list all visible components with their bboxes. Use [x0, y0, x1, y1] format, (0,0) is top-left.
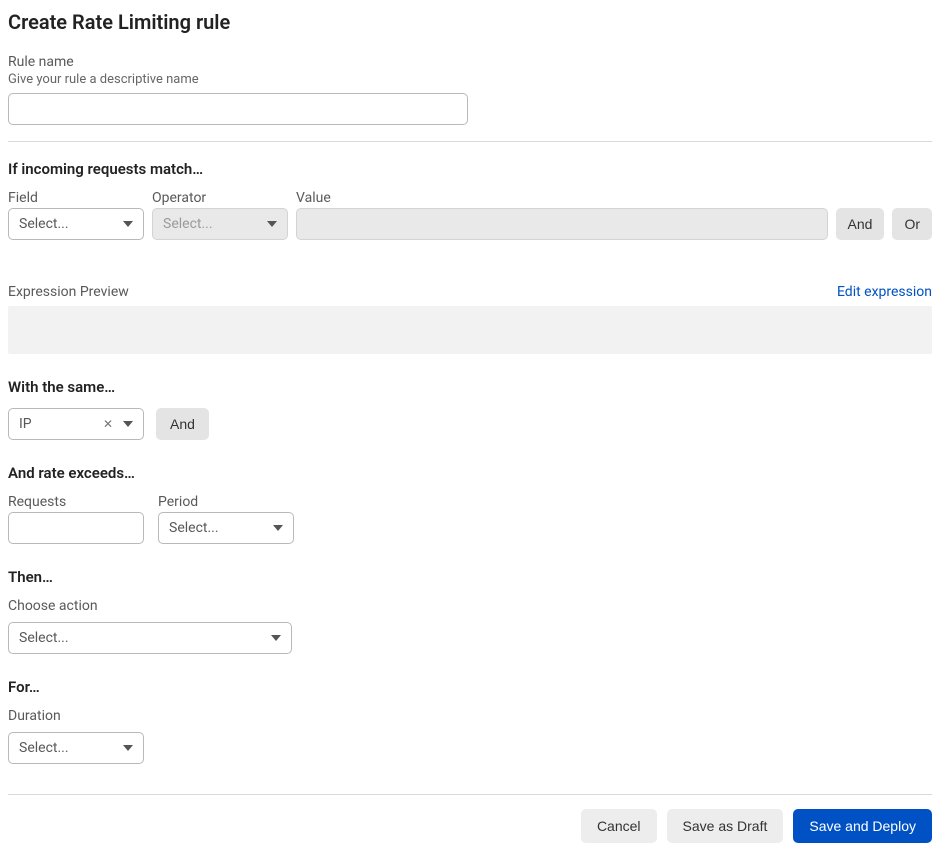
operator-label: Operator	[152, 190, 288, 206]
expression-preview-label: Expression Preview	[8, 284, 129, 300]
period-label: Period	[158, 494, 294, 510]
value-input[interactable]	[296, 208, 828, 240]
same-characteristic-value: IP	[19, 416, 93, 432]
caret-down-icon	[271, 633, 281, 643]
caret-down-icon	[123, 743, 133, 753]
cancel-button[interactable]: Cancel	[581, 809, 657, 843]
same-and-button[interactable]: And	[156, 408, 209, 440]
rate-section-title: And rate exceeds…	[8, 464, 932, 482]
same-section-title: With the same…	[8, 378, 932, 396]
divider	[8, 141, 932, 142]
value-label: Value	[296, 190, 828, 206]
period-select[interactable]: Select...	[158, 512, 294, 544]
match-section-title: If incoming requests match…	[8, 160, 932, 178]
operator-select-placeholder: Select...	[163, 216, 259, 232]
footer-actions: Cancel Save as Draft Save and Deploy	[8, 809, 932, 843]
rule-name-input[interactable]	[8, 93, 468, 125]
duration-select[interactable]: Select...	[8, 732, 144, 764]
then-section-title: Then…	[8, 568, 932, 586]
period-select-placeholder: Select...	[169, 520, 265, 536]
divider	[8, 794, 932, 795]
operator-select[interactable]: Select...	[152, 208, 288, 240]
rule-name-label: Rule name	[8, 54, 932, 70]
field-label: Field	[8, 190, 144, 206]
caret-down-icon	[123, 419, 133, 429]
and-button[interactable]: And	[836, 208, 885, 240]
clear-icon[interactable]: ✕	[101, 417, 115, 431]
field-select[interactable]: Select...	[8, 208, 144, 240]
edit-expression-link[interactable]: Edit expression	[837, 284, 932, 300]
save-draft-button[interactable]: Save as Draft	[667, 809, 784, 843]
caret-down-icon	[267, 219, 277, 229]
caret-down-icon	[123, 219, 133, 229]
requests-input[interactable]	[8, 512, 144, 544]
duration-select-placeholder: Select...	[19, 740, 115, 756]
rule-name-sublabel: Give your rule a descriptive name	[8, 72, 932, 87]
same-characteristic-select[interactable]: IP ✕	[8, 408, 144, 440]
expression-preview-box	[8, 306, 932, 354]
action-select[interactable]: Select...	[8, 622, 292, 654]
action-select-placeholder: Select...	[19, 630, 263, 646]
page-title: Create Rate Limiting rule	[8, 10, 932, 34]
or-button[interactable]: Or	[892, 208, 932, 240]
duration-label: Duration	[8, 708, 932, 724]
requests-label: Requests	[8, 494, 144, 510]
match-row: Field Select... Operator Select... Value…	[8, 190, 932, 240]
action-label: Choose action	[8, 598, 932, 614]
for-section-title: For…	[8, 678, 932, 696]
field-select-placeholder: Select...	[19, 216, 115, 232]
caret-down-icon	[273, 523, 283, 533]
save-deploy-button[interactable]: Save and Deploy	[793, 809, 932, 843]
rule-name-block: Rule name Give your rule a descriptive n…	[8, 54, 932, 125]
